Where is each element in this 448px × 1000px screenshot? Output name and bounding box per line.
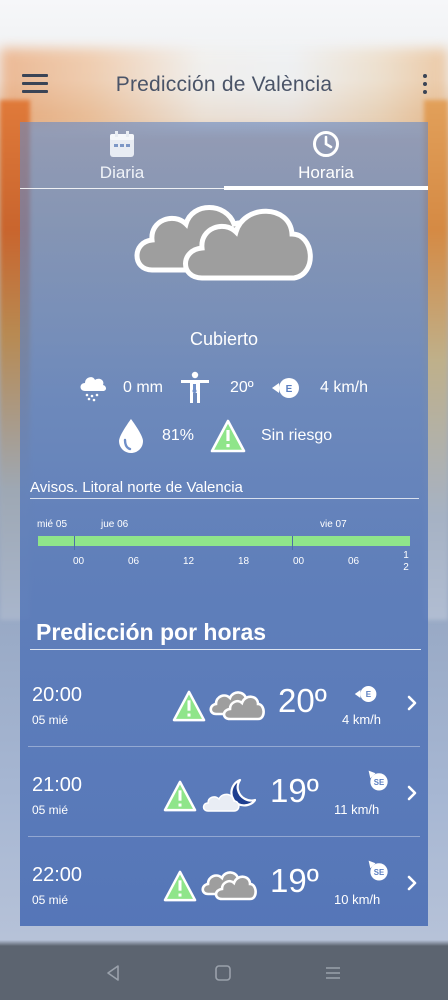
back-icon[interactable]	[100, 960, 126, 986]
humidity-drop-icon	[119, 419, 143, 453]
recents-icon[interactable]	[320, 960, 346, 986]
night-partly-cloudy-icon	[202, 778, 256, 812]
hourly-row[interactable]: 22:00 05 mié 19º SE 10 km/h	[28, 854, 420, 944]
wind-direction-label: E	[366, 690, 372, 699]
precipitation-value: 0 mm	[123, 379, 163, 396]
more-vert-icon	[423, 74, 427, 78]
tab-bar: Diaria Horaria	[20, 122, 428, 190]
warning-level-bar	[38, 536, 410, 546]
row-wind-speed: 11 km/h	[334, 802, 380, 817]
current-condition: Cubierto	[189, 329, 259, 349]
row-separator	[28, 836, 420, 837]
tab-horaria[interactable]: Horaria	[224, 130, 428, 183]
warning-triangle-icon	[172, 690, 206, 722]
hourly-divider	[30, 649, 421, 650]
wind-direction-icon: SE	[368, 860, 388, 881]
tab-label: Horaria	[298, 163, 354, 182]
wind-direction-icon: SE	[368, 770, 388, 791]
cloudy-icon	[134, 205, 313, 281]
clock-icon	[313, 131, 339, 157]
timeline-hour: 1 2	[403, 550, 409, 573]
timeline-day: jue 06	[101, 519, 129, 530]
warnings-divider	[30, 498, 419, 499]
home-icon[interactable]	[210, 960, 236, 986]
tab-label: Diaria	[99, 163, 145, 182]
timeline-hour: 00	[73, 556, 85, 567]
row-date: 05 mié	[32, 803, 69, 817]
humidity-value: 81%	[162, 427, 195, 444]
row-separator	[28, 746, 420, 747]
cloudy-icon	[209, 691, 265, 721]
app-bar: Predicción de València	[0, 62, 448, 112]
chevron-right-icon	[407, 695, 417, 711]
row-temperature: 19º	[270, 862, 319, 899]
wind-direction-icon: E	[354, 686, 377, 702]
timeline-day: vie 07	[320, 519, 347, 530]
feels-like-value: 20º	[230, 379, 254, 396]
chevron-right-icon	[407, 875, 417, 891]
warning-triangle-icon	[163, 780, 197, 812]
timeline-hour: 18	[238, 556, 250, 567]
rain-cloud-icon	[80, 377, 106, 402]
day-separator	[292, 536, 293, 550]
warning-triangle-icon	[163, 870, 197, 902]
timeline-hour: 00	[293, 556, 305, 567]
cloudy-icon	[201, 871, 257, 901]
row-wind-speed: 10 km/h	[334, 892, 381, 907]
row-wind-speed: 4 km/h	[342, 712, 382, 727]
hourly-row[interactable]: 20:00 05 mié 20º E 4 km/h	[28, 674, 420, 764]
warnings-title: Avisos. Litoral norte de Valencia	[30, 479, 243, 496]
wind-direction-label: SE	[374, 868, 384, 877]
warning-triangle-icon	[210, 419, 246, 453]
risk-value: Sin riesgo	[261, 427, 333, 444]
forecast-panel: Diaria Horaria Cubierto 0 mm 20º E 4 km/…	[20, 122, 428, 926]
tab-divider	[20, 188, 224, 189]
current-stats-2: 81% Sin riesgo	[20, 418, 428, 454]
day-separator	[74, 536, 75, 550]
thermal-sensation-icon	[181, 371, 209, 403]
row-time: 22:00	[32, 864, 83, 886]
app-title: Predicción de València	[115, 73, 333, 96]
timeline-hour: 06	[128, 556, 140, 567]
row-time: 21:00	[32, 774, 83, 796]
wind-direction-icon: E	[272, 378, 299, 398]
hourly-row[interactable]: 21:00 05 mié 19º SE 11 km/h	[28, 764, 420, 854]
row-date: 05 mié	[32, 713, 69, 727]
system-navigation-bar	[0, 946, 448, 1000]
wind-direction-label: E	[286, 384, 293, 395]
wind-speed-value: 4 km/h	[320, 379, 369, 396]
timeline-day: mié 05	[37, 519, 68, 530]
row-temperature: 19º	[270, 772, 319, 809]
tab-diaria[interactable]: Diaria	[20, 130, 224, 183]
timeline-hour: 06	[348, 556, 360, 567]
hourly-title: Predicción por horas	[36, 619, 267, 645]
calendar-icon	[110, 131, 134, 157]
row-time: 20:00	[32, 684, 83, 706]
current-stats: 0 mm 20º E 4 km/h	[20, 371, 428, 404]
more-options-button[interactable]	[420, 74, 430, 98]
timeline-hour: 12	[183, 556, 195, 567]
row-temperature: 20º	[278, 682, 327, 719]
wind-direction-label: SE	[374, 778, 384, 787]
chevron-right-icon	[407, 785, 417, 801]
row-date: 05 mié	[32, 893, 69, 907]
